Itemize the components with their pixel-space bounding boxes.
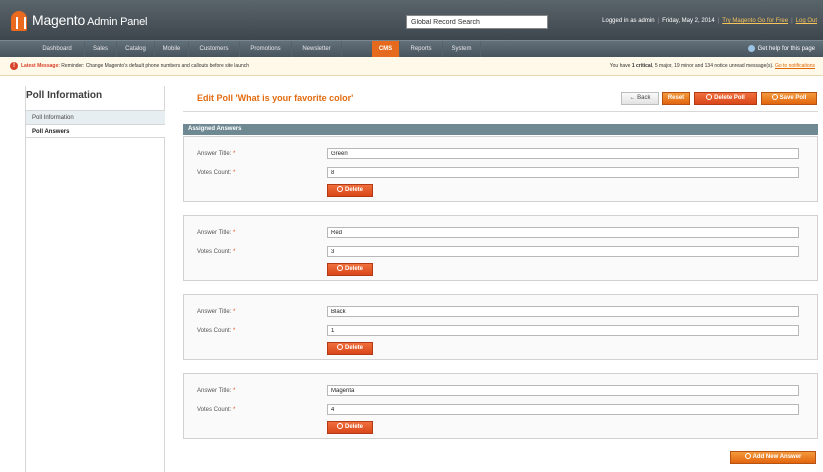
save-icon [771,94,778,101]
latest-message-text: Reminder: Change Magento's default phone… [61,63,250,69]
logo-text: Magento [32,12,86,28]
try-magento-go-link[interactable]: Try Magento Go for Free [722,18,788,24]
add-new-answer-button[interactable]: Add New Answer [730,451,816,464]
header-user-info: Logged in as admin | Friday, May 2, 2014 | T… [602,18,817,24]
warning-icon: ! [10,62,18,70]
back-button-label: Back [637,95,651,101]
help-link[interactable]: Get help for this page [747,41,815,57]
votes-count-label: Votes Count: * [197,328,236,334]
notification-prefix: You have [609,63,631,69]
answer-title-input[interactable] [327,385,799,396]
votes-count-input[interactable] [327,167,799,178]
answer-title-label: Answer Title: * [197,230,236,236]
back-arrow-icon: ← [629,95,636,101]
back-button[interactable]: ← Back [621,92,659,105]
sidebar-title: Poll Information [26,90,103,101]
delete-answer-button[interactable]: Delete [327,184,373,197]
answer-box: Answer Title: * Votes Count: * Delete [183,215,818,281]
notification-rest: , 5 major, 19 minor and 134 notice unrea… [652,63,774,69]
nav-catalog[interactable]: Catalog [117,41,155,57]
logout-link[interactable]: Log Out [796,18,817,24]
answer-box: Answer Title: * Votes Count: * Delete [183,136,818,202]
add-new-answer-label: Add New Answer [752,454,802,460]
go-to-notifications-link[interactable]: Go to notifications [775,63,815,69]
page-title: Edit Poll 'What is your favorite color' [197,93,354,103]
delete-answer-button[interactable]: Delete [327,263,373,276]
latest-message-label: Latest Message: [21,63,60,69]
delete-answer-button[interactable]: Delete [327,342,373,355]
title-divider [183,111,818,112]
votes-count-input[interactable] [327,246,799,257]
nav-reports[interactable]: Reports [400,41,443,57]
help-icon [747,44,755,52]
votes-count-label: Votes Count: * [197,170,236,176]
answer-title-input[interactable] [327,227,799,238]
notification-summary: You have 1 critical, 5 major, 19 minor a… [610,63,815,69]
latest-message: Latest Message: Reminder: Change Magento… [21,63,249,69]
votes-count-input[interactable] [327,404,799,415]
nav-sales[interactable]: Sales [85,41,117,57]
delete-answer-label: Delete [344,424,363,430]
reset-button[interactable]: Reset [662,92,690,105]
add-icon [744,453,751,460]
answer-title-label: Answer Title: * [197,151,236,157]
delete-poll-button[interactable]: Delete Poll [694,92,757,105]
sidebar-tab-poll-information[interactable]: Poll Information [26,110,165,124]
votes-count-label: Votes Count: * [197,407,236,413]
delete-answer-label: Delete [344,187,363,193]
nav-system[interactable]: System [443,41,481,57]
delete-icon [336,344,343,351]
delete-poll-label: Delete Poll [714,95,745,101]
sidebar: Poll Information Poll Information Poll A… [25,86,165,472]
global-search-input[interactable] [406,15,548,29]
answer-title-label: Answer Title: * [197,309,236,315]
system-message-bar: ! Latest Message: Reminder: Change Magen… [0,57,823,76]
delete-answer-label: Delete [344,266,363,272]
answer-title-input[interactable] [327,306,799,317]
main-nav: Dashboard Sales Catalog Mobile Customers… [0,40,823,57]
delete-icon [706,94,713,101]
answer-box: Answer Title: * Votes Count: * Delete [183,373,818,439]
votes-count-label: Votes Count: * [197,249,236,255]
delete-answer-label: Delete [344,345,363,351]
help-link-label: Get help for this page [757,46,815,52]
header-date: Friday, May 2, 2014 [662,18,715,24]
sidebar-tab-poll-answers[interactable]: Poll Answers [26,124,165,138]
answer-title-input[interactable] [327,148,799,159]
section-header-assigned-answers: Assigned Answers [183,124,818,135]
admin-header: MagentoAdmin Panel Logged in as admin|Fr… [0,0,823,40]
save-poll-button[interactable]: Save Poll [761,92,817,105]
votes-count-input[interactable] [327,325,799,336]
answer-title-label: Answer Title: * [197,388,236,394]
answer-box: Answer Title: * Votes Count: * Delete [183,294,818,360]
nav-dashboard[interactable]: Dashboard [30,41,85,57]
logged-in-text: Logged in as admin [602,18,655,24]
delete-icon [336,186,343,193]
nav-customers[interactable]: Customers [189,41,240,57]
nav-cms[interactable]: CMS [372,41,400,57]
app-logo[interactable]: Magento Admin Panel [32,12,147,28]
magento-logo-icon [11,11,27,31]
nav-mobile[interactable]: Mobile [155,41,189,57]
nav-promotions[interactable]: Promotions [240,41,292,57]
delete-answer-button[interactable]: Delete [327,421,373,434]
logo-subtitle: Admin Panel [87,16,148,28]
save-poll-label: Save Poll [779,95,807,101]
nav-newsletter[interactable]: Newsletter [292,41,342,57]
delete-icon [336,265,343,272]
critical-count: 1 critical [631,63,653,69]
delete-icon [336,423,343,430]
